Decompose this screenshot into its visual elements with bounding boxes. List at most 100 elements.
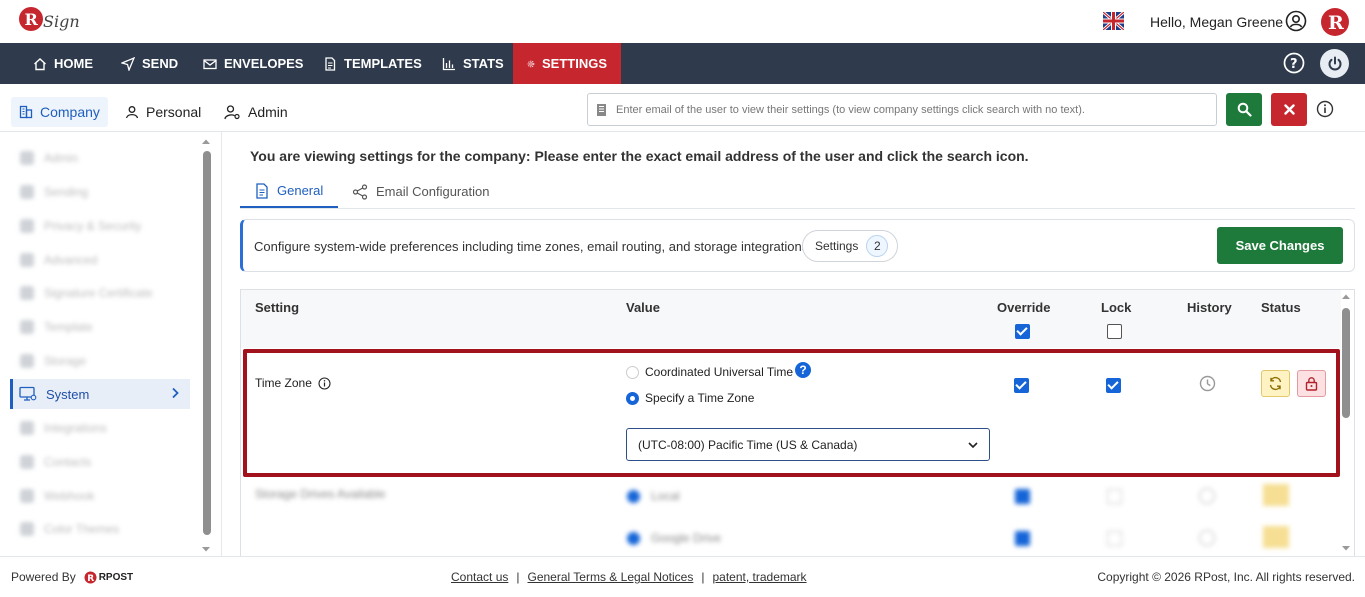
power-icon (1328, 56, 1341, 71)
uk-flag-icon[interactable] (1102, 10, 1125, 32)
sync-icon (1269, 376, 1282, 391)
blurred-option: Local (651, 489, 680, 503)
tab-email-configuration[interactable]: Email Configuration (352, 175, 489, 208)
table-scrollbar-thumb[interactable] (1342, 308, 1350, 418)
patent-trademark-link[interactable]: patent, trademark (712, 570, 806, 584)
timezone-select-value: (UTC-08:00) Pacific Time (US & Canada) (638, 437, 858, 452)
tab-admin[interactable]: Admin (224, 98, 288, 126)
powered-by: Powered By R RPOST (11, 570, 133, 584)
blurred-history (1199, 488, 1215, 504)
override-all-checkbox[interactable] (1015, 324, 1030, 339)
sidebar-item-blurred[interactable]: Advanced (20, 250, 97, 270)
contact-us-link[interactable]: Contact us (451, 570, 508, 584)
monitor-gear-icon (19, 386, 37, 401)
settings-sidebar: Admin Sending Privacy & Security Advance… (0, 132, 222, 556)
nav-envelopes-label: ENVELOPES (224, 56, 304, 71)
header-lock: Lock (1101, 300, 1132, 315)
sidebar-scrollbar-thumb[interactable] (203, 151, 211, 535)
header-override: Override (997, 300, 1051, 315)
user-email-search-input[interactable]: Enter email of the user to view their se… (587, 93, 1217, 126)
sidebar-item-blurred[interactable]: Admin (20, 148, 78, 168)
nav-stats[interactable]: STATS (442, 43, 504, 84)
nav-home[interactable]: HOME (33, 43, 93, 84)
svg-text:R: R (87, 574, 94, 584)
sidebar-item-blurred[interactable]: Webhook (20, 486, 94, 506)
logout-button[interactable] (1320, 49, 1349, 78)
general-description-panel: Configure system-wide preferences includ… (240, 219, 1355, 272)
table-header: Setting Value Override Lock History Stat… (241, 290, 1341, 348)
sidebar-item-system[interactable]: System (10, 379, 190, 409)
svg-text:R: R (25, 10, 39, 29)
building-icon (19, 105, 33, 119)
sync-status-button[interactable] (1261, 370, 1290, 397)
help-icon[interactable]: ? (1283, 52, 1305, 74)
tab-personal-label: Personal (146, 104, 202, 120)
table-scrollbar[interactable] (1340, 292, 1352, 554)
clear-search-button[interactable] (1271, 93, 1307, 126)
time-zone-override-checkbox[interactable] (1014, 378, 1029, 393)
sidebar-item-blurred[interactable]: Integrations (20, 418, 107, 438)
rpost-logo-text: RPOST (98, 571, 134, 583)
sidebar-item-blurred[interactable]: Template (20, 317, 93, 337)
sidebar-item-blurred[interactable]: Storage (20, 351, 86, 371)
company-settings-notice: You are viewing settings for the company… (250, 148, 1029, 164)
tab-general[interactable]: General (240, 175, 338, 208)
sidebar-item-system-label: System (46, 386, 90, 402)
chevron-down-icon (968, 442, 978, 449)
time-zone-label: Time Zone (255, 376, 312, 390)
rpost-brand-icon[interactable]: R (1320, 7, 1350, 37)
tab-email-configuration-label: Email Configuration (376, 184, 490, 199)
blurred-option: Google Drive (651, 531, 722, 545)
radio-specify-timezone-label: Specify a Time Zone (645, 391, 755, 405)
blurred-checkbox (1015, 489, 1030, 504)
main-nav: HOME SEND ENVELOPES TEMPLATES STATS SETT… (0, 43, 1365, 84)
nav-templates[interactable]: TEMPLATES (323, 43, 422, 84)
lock-all-checkbox[interactable] (1107, 324, 1122, 339)
sidebar-scrollbar[interactable] (200, 137, 212, 554)
gear-icon (527, 60, 535, 67)
terms-link[interactable]: General Terms & Legal Notices (528, 570, 694, 584)
blurred-setting-label: Storage Drives Available (255, 487, 386, 501)
radio-utc[interactable] (626, 366, 639, 379)
svg-text:?: ? (1290, 57, 1298, 72)
user-gear-icon (224, 104, 240, 119)
rsign-logo[interactable]: R Sign (18, 5, 80, 39)
tab-general-label: General (277, 183, 324, 198)
svg-text:R: R (1328, 12, 1344, 34)
tab-admin-label: Admin (248, 104, 288, 120)
nav-settings[interactable]: SETTINGS (513, 43, 621, 84)
tab-company[interactable]: Company (11, 97, 108, 127)
info-icon[interactable] (318, 376, 331, 390)
timezone-select[interactable]: (UTC-08:00) Pacific Time (US & Canada) (626, 428, 990, 461)
sidebar-item-blurred[interactable]: Signature Certificate (20, 283, 153, 303)
header-setting: Setting (255, 300, 300, 315)
time-zone-lock-checkbox[interactable] (1106, 378, 1121, 393)
send-icon (121, 56, 135, 71)
building-small-icon (597, 104, 606, 116)
blurred-history (1199, 530, 1215, 546)
search-icon (1237, 102, 1252, 117)
sidebar-item-blurred[interactable]: Privacy & Security (20, 216, 141, 236)
question-icon[interactable]: ? (795, 362, 811, 378)
search-info-icon[interactable] (1316, 100, 1334, 118)
history-icon[interactable] (1199, 375, 1216, 392)
nav-envelopes[interactable]: ENVELOPES (203, 43, 303, 84)
chevron-right-icon (172, 387, 179, 399)
envelope-icon (203, 58, 217, 69)
nav-send[interactable]: SEND (121, 43, 178, 84)
user-profile-icon[interactable] (1285, 10, 1307, 32)
nav-home-label: HOME (54, 56, 93, 71)
lock-status-button[interactable] (1297, 370, 1326, 397)
sidebar-item-blurred[interactable]: Contacts (20, 452, 91, 472)
rpost-logo[interactable]: R RPOST (84, 571, 133, 584)
save-changes-button[interactable]: Save Changes (1217, 227, 1343, 264)
top-bar: R Sign Hello, Megan Greene R (0, 0, 1365, 43)
tab-personal[interactable]: Personal (125, 98, 201, 126)
copyright: Copyright © 2026 RPost, Inc. All rights … (1097, 570, 1355, 584)
radio-specify-timezone[interactable] (626, 392, 639, 405)
sidebar-item-blurred[interactable]: Sending (20, 182, 88, 202)
search-button[interactable] (1226, 93, 1262, 126)
home-icon (34, 57, 46, 70)
settings-tabs: General Email Configuration (240, 175, 1355, 209)
sidebar-item-blurred[interactable]: Color Themes (20, 519, 119, 539)
